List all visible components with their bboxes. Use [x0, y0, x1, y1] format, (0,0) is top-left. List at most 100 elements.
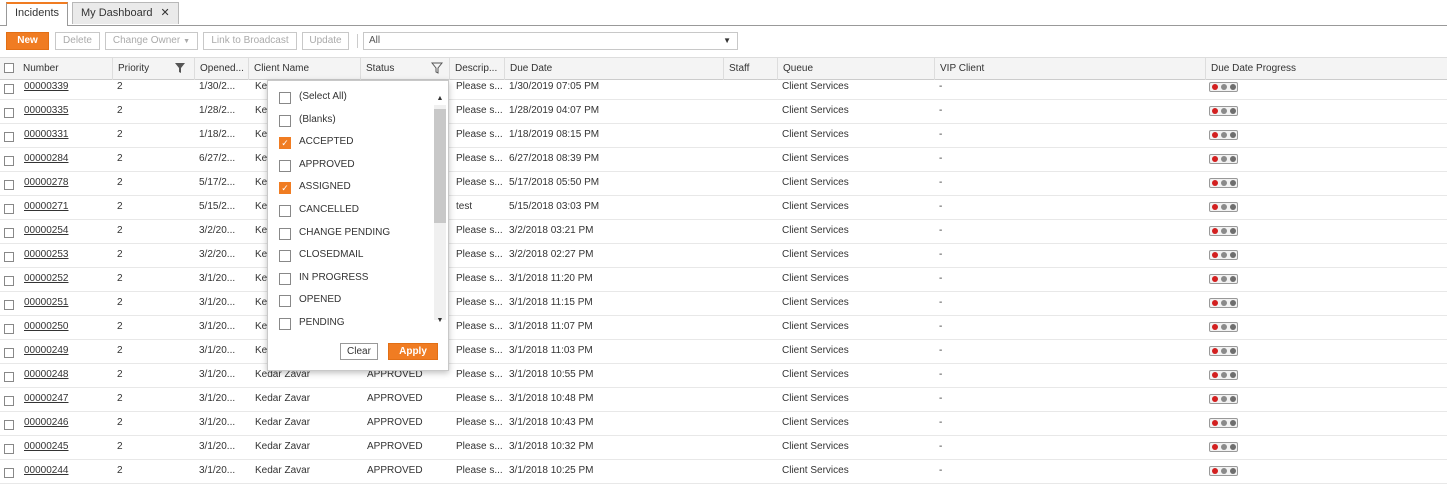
tab-incidents[interactable]: Incidents [6, 2, 69, 26]
row-checkbox[interactable] [4, 108, 14, 118]
table-row[interactable]: 00000278 2 5/17/2... Ke Please s... 5/17/2018… [0, 172, 1447, 196]
cell-number-link[interactable]: 00000245 [24, 436, 69, 460]
table-row[interactable]: 00000335 2 1/28/2... Ke Please s... 1/28/2019… [0, 100, 1447, 124]
cell-number-link[interactable]: 00000271 [24, 196, 69, 220]
filter-option-checkbox[interactable] [279, 227, 291, 240]
cell-status: APPROVED [367, 441, 423, 452]
progress-dot [1212, 420, 1218, 426]
cell-opened: 3/1/20... [199, 369, 236, 380]
table-row[interactable]: 00000252 2 3/1/20... Ke Please s... 3/1/2018 … [0, 268, 1447, 292]
cell-number-link[interactable]: 00000250 [24, 316, 69, 340]
cell-client-name: Ke [255, 105, 268, 116]
cell-queue: Client Services [782, 297, 849, 308]
view-select-value: All [369, 35, 381, 46]
cell-vip-client: - [939, 441, 943, 452]
filter-option-checkbox[interactable]: ✓ [279, 137, 291, 150]
filter-option-checkbox[interactable] [279, 92, 291, 104]
progress-dot [1221, 276, 1227, 282]
row-checkbox[interactable] [4, 228, 14, 238]
cell-number-link[interactable]: 00000244 [24, 460, 69, 484]
table-row[interactable]: 00000284 2 6/27/2... Ke Please s... 6/27/2018… [0, 148, 1447, 172]
table-row[interactable]: 00000253 2 3/2/20... Ke Please s... 3/2/2018 … [0, 244, 1447, 268]
table-row[interactable]: 00000251 2 3/1/20... Ke Please s... 3/1/2018 … [0, 292, 1447, 316]
row-checkbox[interactable] [4, 84, 14, 94]
row-checkbox[interactable] [4, 324, 14, 334]
progress-dot [1212, 444, 1218, 450]
row-checkbox[interactable] [4, 300, 14, 310]
cell-due-date: 1/30/2019 07:05 PM [509, 81, 600, 92]
row-checkbox[interactable] [4, 444, 14, 454]
cell-number-link[interactable]: 00000249 [24, 340, 69, 364]
change-owner-button[interactable]: Change Owner ▼ [105, 32, 198, 50]
cell-number-link[interactable]: 00000247 [24, 388, 69, 412]
apply-button[interactable]: Apply [388, 343, 438, 360]
delete-button[interactable]: Delete [55, 32, 100, 50]
row-checkbox[interactable] [4, 348, 14, 358]
cell-description: Please s... [456, 177, 503, 188]
filter-option-checkbox[interactable] [279, 250, 291, 263]
clear-button[interactable]: Clear [340, 343, 378, 360]
cell-description: test [456, 201, 473, 212]
table-row[interactable]: 00000247 2 3/1/20... Kedar Zavar APPROVED Ple… [0, 388, 1447, 412]
cell-priority: 2 [117, 369, 123, 380]
cell-number-link[interactable]: 00000339 [24, 76, 69, 100]
select-all-checkbox[interactable] [4, 63, 14, 73]
tab-my-dashboard[interactable]: My Dashboard ✕ [72, 2, 179, 24]
row-checkbox[interactable] [4, 180, 14, 190]
filter-option-checkbox[interactable]: ✓ [279, 182, 291, 195]
progress-dot [1212, 180, 1218, 186]
cell-number-link[interactable]: 00000253 [24, 244, 69, 268]
table-row[interactable]: 00000339 2 1/30/2... Ke Please s... 1/30/2019… [0, 76, 1447, 100]
cell-number-link[interactable]: 00000335 [24, 100, 69, 124]
scrollbar-thumb[interactable] [434, 109, 446, 223]
cell-due-date: 3/1/2018 11:20 PM [509, 273, 593, 284]
filter-icon[interactable] [174, 62, 186, 74]
new-button[interactable]: New [6, 32, 49, 50]
filter-option-checkbox[interactable] [279, 114, 291, 127]
table-row[interactable]: 00000250 2 3/1/20... Ke Please s... 3/1/2018 … [0, 316, 1447, 340]
cell-number-link[interactable]: 00000284 [24, 148, 69, 172]
table-row[interactable]: 00000246 2 3/1/20... Kedar Zavar APPROVED Ple… [0, 412, 1447, 436]
cell-number-link[interactable]: 00000331 [24, 124, 69, 148]
filter-option-label: CANCELLED [299, 204, 360, 215]
link-to-broadcast-button[interactable]: Link to Broadcast [203, 32, 297, 50]
row-checkbox[interactable] [4, 252, 14, 262]
scroll-up-icon[interactable]: ▲ [434, 95, 446, 102]
scroll-down-icon[interactable]: ▼ [434, 317, 446, 324]
cell-number-link[interactable]: 00000252 [24, 268, 69, 292]
scrollbar-track[interactable] [434, 105, 446, 320]
filter-option-checkbox[interactable] [279, 318, 291, 330]
filter-option-checkbox[interactable] [279, 272, 291, 285]
row-checkbox[interactable] [4, 276, 14, 286]
close-icon[interactable]: ✕ [161, 7, 170, 19]
row-checkbox[interactable] [4, 132, 14, 142]
row-checkbox[interactable] [4, 204, 14, 214]
cell-number-link[interactable]: 00000248 [24, 364, 69, 388]
filter-option-checkbox[interactable] [279, 205, 291, 217]
cell-number-link[interactable]: 00000278 [24, 172, 69, 196]
table-row[interactable]: 00000331 2 1/18/2... Ke Please s... 1/18/2019… [0, 124, 1447, 148]
cell-number-link[interactable]: 00000246 [24, 412, 69, 436]
cell-client-name: Ke [255, 273, 268, 284]
table-row[interactable]: 00000271 2 5/15/2... Ke test 5/15/2018 03:03 … [0, 196, 1447, 220]
due-date-progress-indicator [1209, 370, 1238, 380]
row-checkbox[interactable] [4, 420, 14, 430]
view-select[interactable]: All ▼ [363, 32, 738, 50]
row-checkbox[interactable] [4, 396, 14, 406]
cell-number-link[interactable]: 00000251 [24, 292, 69, 316]
row-checkbox[interactable] [4, 156, 14, 166]
row-checkbox[interactable] [4, 468, 14, 478]
table-row[interactable]: 00000249 2 3/1/20... Ke Please s... 3/1/2018 … [0, 340, 1447, 364]
table-row[interactable]: 00000245 2 3/1/20... Kedar Zavar APPROVED Ple… [0, 436, 1447, 460]
row-checkbox[interactable] [4, 372, 14, 382]
table-row[interactable]: 00000254 2 3/2/20... Ke Please s... 3/2/2018 … [0, 220, 1447, 244]
cell-due-date: 3/1/2018 10:43 PM [509, 417, 594, 428]
update-button[interactable]: Update [302, 32, 349, 50]
filter-icon[interactable] [431, 62, 443, 74]
cell-number-link[interactable]: 00000254 [24, 220, 69, 244]
due-date-progress-indicator [1209, 154, 1238, 164]
filter-option-checkbox[interactable] [279, 295, 291, 308]
table-row[interactable]: 00000244 2 3/1/20... Kedar Zavar APPROVED Ple… [0, 460, 1447, 484]
table-row[interactable]: 00000248 2 3/1/20... Kedar Zavar APPROVED Ple… [0, 364, 1447, 388]
filter-option-checkbox[interactable] [279, 159, 291, 172]
